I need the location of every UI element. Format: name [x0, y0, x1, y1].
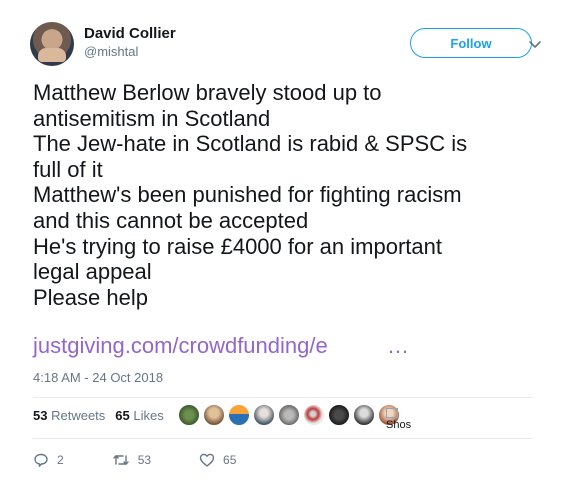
like-action[interactable]: 65 — [199, 452, 236, 468]
tweet-text-line: Matthew's been punished for fighting rac… — [33, 182, 462, 208]
broken-image-alt: Shos — [386, 419, 412, 431]
chevron-down-icon[interactable] — [525, 34, 545, 54]
tweet-text-line: and this cannot be accepted — [33, 207, 309, 233]
reply-icon — [34, 453, 48, 467]
likes-count: 65 — [115, 408, 130, 423]
divider — [33, 397, 533, 398]
liker-avatar[interactable] — [178, 404, 200, 426]
author-display-name[interactable]: David Collier — [84, 25, 176, 43]
liker-avatar[interactable] — [353, 404, 375, 426]
tweet-text-line: Matthew Berlow bravely stood up to — [33, 80, 382, 105]
broken-image[interactable]: Shos — [386, 408, 411, 431]
divider — [33, 438, 533, 439]
tweet-link-ellipsis[interactable]: … — [387, 333, 409, 359]
author-names[interactable]: David Collier @mishtal — [84, 25, 176, 60]
reply-action[interactable]: 2 — [33, 452, 64, 468]
liker-avatar[interactable] — [328, 404, 350, 426]
liker-avatar[interactable] — [228, 404, 250, 426]
retweets-label: Retweets — [51, 408, 106, 423]
tweet-stats: 53 Retweets 65 Likes — [33, 408, 174, 423]
liker-avatars — [178, 404, 403, 426]
reply-count: 2 — [57, 453, 64, 467]
retweet-count: 53 — [137, 453, 152, 467]
author-screen-name[interactable]: @mishtal — [84, 43, 176, 60]
tweet-header: David Collier @mishtal Follow — [30, 20, 550, 70]
retweets-count: 53 — [33, 408, 48, 423]
tweet-text-line: Please help — [33, 284, 148, 310]
tweet-text-line: The Jew-hate in Scotland is rabid & SPSC… — [33, 131, 468, 157]
tweet-text: Matthew Berlow bravely stood up to antis… — [33, 80, 533, 310]
retweets-stat[interactable]: 53 Retweets — [33, 408, 105, 423]
like-count: 65 — [223, 453, 237, 467]
broken-image-icon — [386, 408, 398, 418]
liker-avatar[interactable] — [253, 404, 275, 426]
retweet-icon — [112, 455, 129, 465]
heart-icon — [199, 453, 215, 467]
author-avatar[interactable] — [30, 22, 74, 66]
tweet-timestamp[interactable]: 4:18 AM - 24 Oct 2018 — [33, 370, 163, 385]
tweet-link[interactable]: justgiving.com/crowdfunding/e — [33, 333, 328, 359]
likes-stat[interactable]: 65 Likes — [115, 408, 163, 423]
likes-label: Likes — [133, 408, 164, 423]
retweet-action[interactable]: 53 — [112, 452, 151, 468]
tweet-text-line: legal appeal — [33, 259, 152, 285]
liker-avatar[interactable] — [203, 404, 225, 426]
tweet-text-line: antisemitism in Scotland — [33, 105, 271, 131]
tweet-text-line: full of it — [33, 156, 103, 182]
follow-button[interactable]: Follow — [410, 28, 532, 58]
liker-avatar[interactable] — [278, 404, 300, 426]
tweet-actions: 2 53 65 — [33, 452, 284, 468]
liker-avatar[interactable] — [303, 404, 325, 426]
tweet-text-line: He's trying to raise £4000 for an import… — [33, 233, 442, 259]
